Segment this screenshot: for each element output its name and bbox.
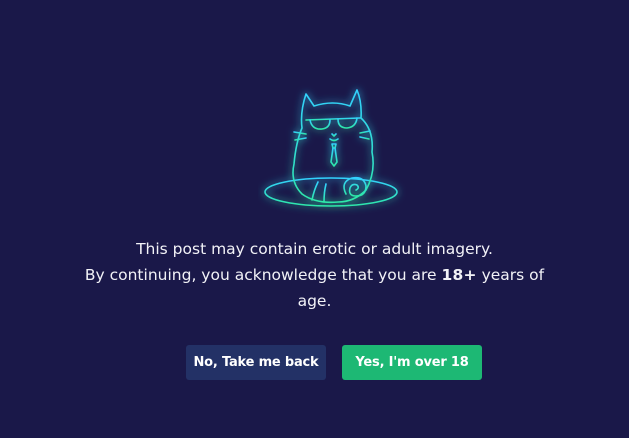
warning-line-1: This post may contain erotic or adult im… — [136, 240, 493, 258]
warning-line-2-suffix: years of — [481, 266, 545, 284]
age-requirement: 18+ — [441, 266, 477, 284]
take-me-back-button[interactable]: No, Take me back — [186, 345, 326, 380]
adult-content-warning: This post may contain erotic or adult im… — [0, 236, 629, 314]
warning-line-3: age. — [297, 292, 332, 310]
confirm-over-18-button[interactable]: Yes, I'm over 18 — [342, 345, 482, 380]
warning-line-2-prefix: By continuing, you acknowledge that you … — [84, 266, 437, 284]
warning-line-2: By continuing, you acknowledge that you … — [0, 262, 629, 288]
age-gate-modal: This post may contain erotic or adult im… — [0, 0, 629, 438]
cat-with-sunglasses-icon — [258, 82, 408, 217]
